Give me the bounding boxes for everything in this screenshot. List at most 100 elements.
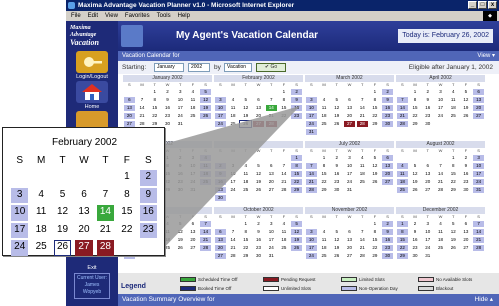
calendar-day[interactable]: 17 bbox=[188, 171, 199, 177]
exit-link[interactable]: Exit bbox=[66, 265, 118, 271]
zoom-calendar-day[interactable]: 5 bbox=[54, 188, 71, 204]
calendar-day[interactable]: 1 bbox=[370, 89, 381, 95]
calendar-day[interactable]: 25 bbox=[319, 253, 330, 259]
calendar-day[interactable]: 25 bbox=[448, 113, 459, 119]
calendar-day[interactable]: 16 bbox=[215, 179, 226, 185]
zoom-calendar-day[interactable]: 7 bbox=[97, 188, 114, 204]
calendar-day[interactable]: 21 bbox=[473, 237, 484, 243]
calendar-day[interactable]: 26 bbox=[410, 187, 421, 193]
calendar-day[interactable]: 18 bbox=[319, 113, 330, 119]
calendar-day[interactable]: 10 bbox=[188, 163, 199, 169]
hide-button[interactable]: Hide ▴ bbox=[475, 294, 493, 306]
calendar-day[interactable]: 23 bbox=[162, 113, 173, 119]
zoom-calendar-day[interactable]: 17 bbox=[11, 222, 29, 238]
calendar-day[interactable]: 30 bbox=[175, 187, 186, 193]
calendar-day[interactable]: 6 bbox=[266, 163, 277, 169]
calendar-day[interactable]: 21 bbox=[266, 113, 277, 119]
calendar-day[interactable]: 12 bbox=[370, 163, 381, 169]
calendar-day[interactable]: 15 bbox=[240, 237, 251, 243]
calendar-day[interactable]: 12 bbox=[175, 229, 186, 235]
calendar-day[interactable]: 18 bbox=[448, 105, 459, 111]
zoom-calendar-day[interactable]: 14 bbox=[96, 205, 115, 221]
calendar-day[interactable]: 27 bbox=[461, 245, 472, 251]
zoom-calendar-day[interactable]: 13 bbox=[75, 205, 92, 221]
calendar-day[interactable]: 21 bbox=[200, 237, 211, 243]
calendar-day[interactable]: 15 bbox=[291, 171, 302, 177]
calendar-day[interactable]: 29 bbox=[291, 187, 302, 193]
calendar-day[interactable]: 13 bbox=[344, 237, 355, 243]
calendar-day[interactable]: 6 bbox=[461, 221, 472, 227]
calendar-day[interactable]: 9 bbox=[175, 163, 186, 169]
calendar-day[interactable]: 2 bbox=[331, 155, 342, 161]
calendar-day[interactable]: 24 bbox=[228, 187, 239, 193]
calendar-day[interactable]: 29 bbox=[319, 187, 330, 193]
calendar-day[interactable]: 27 bbox=[188, 245, 199, 251]
calendar-day[interactable]: 1 bbox=[149, 89, 160, 95]
calendar-day[interactable]: 23 bbox=[382, 113, 393, 119]
calendar-day[interactable]: 31 bbox=[344, 187, 355, 193]
calendar-day[interactable]: 1 bbox=[370, 221, 381, 227]
calendar-day[interactable]: 29 bbox=[370, 121, 381, 127]
zoom-calendar-day[interactable]: 9 bbox=[139, 187, 157, 203]
sidebar-item-login[interactable]: Login/Logout bbox=[68, 74, 116, 80]
calendar-day[interactable]: 17 bbox=[266, 237, 277, 243]
calendar-day[interactable]: 23 bbox=[253, 245, 264, 251]
calendar-day[interactable]: 17 bbox=[306, 245, 317, 251]
calendar-day[interactable]: 10 bbox=[344, 163, 355, 169]
calendar-day[interactable]: 18 bbox=[357, 171, 368, 177]
calendar-day[interactable]: 14 bbox=[435, 171, 446, 177]
calendar-day[interactable]: 30 bbox=[331, 187, 342, 193]
calendar-day[interactable]: 10 bbox=[175, 97, 186, 103]
calendar-day[interactable]: 20 bbox=[215, 245, 226, 251]
calendar-day[interactable]: 4 bbox=[397, 163, 408, 169]
calendar-day[interactable]: 24 bbox=[215, 121, 226, 127]
calendar-day[interactable]: 10 bbox=[473, 163, 484, 169]
calendar-day[interactable]: 25 bbox=[397, 187, 408, 193]
calendar-day[interactable]: 25 bbox=[240, 187, 251, 193]
calendar-day[interactable]: 8 bbox=[370, 97, 381, 103]
menu-tools[interactable]: Tools bbox=[157, 11, 171, 21]
calendar-day[interactable]: 9 bbox=[291, 97, 302, 103]
calendar-day[interactable]: 8 bbox=[279, 97, 290, 103]
calendar-day[interactable]: 10 bbox=[422, 229, 433, 235]
calendar-day[interactable]: 15 bbox=[370, 105, 381, 111]
calendar-day[interactable]: 7 bbox=[279, 163, 290, 169]
calendar-day[interactable]: 20 bbox=[188, 237, 199, 243]
calendar-day[interactable]: 19 bbox=[461, 105, 472, 111]
calendar-day[interactable]: 9 bbox=[215, 171, 226, 177]
calendar-day[interactable]: 22 bbox=[370, 245, 381, 251]
calendar-day[interactable]: 5 bbox=[410, 163, 421, 169]
calendar-day[interactable]: 23 bbox=[461, 179, 472, 185]
calendar-day[interactable]: 20 bbox=[253, 113, 264, 119]
calendar-day[interactable]: 23 bbox=[291, 113, 302, 119]
calendar-day[interactable]: 28 bbox=[473, 245, 484, 251]
calendar-day[interactable]: 28 bbox=[357, 253, 368, 259]
calendar-day[interactable]: 21 bbox=[137, 113, 148, 119]
calendar-day[interactable]: 15 bbox=[370, 237, 381, 243]
calendar-day[interactable]: 22 bbox=[410, 113, 421, 119]
calendar-day[interactable]: 18 bbox=[228, 113, 239, 119]
calendar-day[interactable]: 29 bbox=[448, 187, 459, 193]
calendar-day[interactable]: 19 bbox=[448, 237, 459, 243]
calendar-day[interactable]: 23 bbox=[382, 245, 393, 251]
calendar-day[interactable]: 26 bbox=[331, 121, 342, 127]
view-menu[interactable]: View ▾ bbox=[477, 51, 495, 61]
calendar-day[interactable]: 26 bbox=[461, 113, 472, 119]
calendar-day[interactable]: 31 bbox=[422, 253, 433, 259]
calendar-day[interactable]: 13 bbox=[266, 171, 277, 177]
calendar-day[interactable]: 17 bbox=[473, 171, 484, 177]
calendar-day[interactable]: 11 bbox=[200, 163, 211, 169]
calendar-day[interactable]: 7 bbox=[357, 229, 368, 235]
zoom-calendar-day[interactable]: 11 bbox=[32, 205, 49, 221]
calendar-day[interactable]: 1 bbox=[279, 89, 290, 95]
calendar-day[interactable]: 9 bbox=[422, 97, 433, 103]
calendar-day[interactable]: 2 bbox=[175, 155, 186, 161]
calendar-day[interactable]: 12 bbox=[448, 229, 459, 235]
menu-help[interactable]: Help bbox=[178, 11, 190, 21]
calendar-day[interactable]: 3 bbox=[228, 163, 239, 169]
calendar-day[interactable]: 24 bbox=[188, 179, 199, 185]
calendar-day[interactable]: 20 bbox=[124, 113, 135, 119]
calendar-day[interactable]: 27 bbox=[253, 121, 264, 127]
calendar-day[interactable]: 10 bbox=[215, 105, 226, 111]
home-icon[interactable] bbox=[76, 81, 108, 103]
